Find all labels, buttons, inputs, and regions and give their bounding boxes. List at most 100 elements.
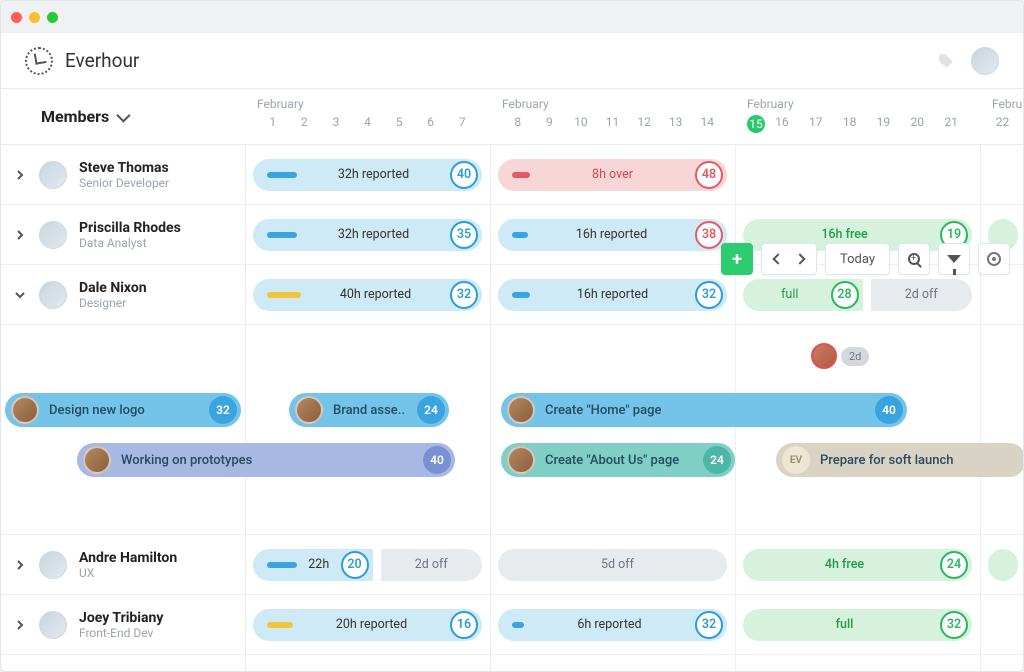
top-bar: Everhour	[1, 33, 1023, 89]
day-label: 3	[320, 115, 352, 129]
gear-icon	[987, 252, 1001, 266]
assignee-avatar	[507, 446, 535, 474]
chevron-right-icon[interactable]	[13, 558, 27, 572]
user-avatar[interactable]	[971, 47, 999, 75]
task-hours-badge: 24	[703, 446, 731, 474]
member-cell[interactable]: Dale NixonDesigner	[1, 265, 245, 324]
capacity-pill[interactable]: 32h reported35	[253, 219, 482, 251]
day-label: 8	[502, 115, 534, 129]
week-header: February891011121314	[490, 89, 735, 144]
pill-text: 20h reported	[301, 617, 442, 632]
day-label: 2	[289, 115, 321, 129]
member-role: Data Analyst	[79, 236, 181, 250]
members-dropdown[interactable]: Members	[1, 89, 245, 144]
maximize-icon[interactable]	[47, 12, 58, 23]
pill-text: 40h reported	[309, 287, 442, 302]
chevron-down-icon	[117, 108, 131, 122]
member-cell[interactable]: Andre HamiltonUX	[1, 535, 245, 594]
capacity-pill[interactable]: full32	[743, 609, 972, 641]
timeline-header: Members February1234567February891011121…	[1, 89, 1023, 145]
minimize-icon[interactable]	[29, 12, 40, 23]
day-label: 7	[446, 115, 478, 129]
hours-badge: 32	[450, 281, 478, 309]
zoom-icon	[908, 253, 920, 265]
capacity-pill[interactable]: 32h reported40	[253, 159, 482, 191]
pill-text: full	[757, 287, 823, 302]
member-name: Joey Tribiany	[79, 610, 163, 626]
member-name: Dale Nixon	[79, 280, 147, 296]
nav-buttons[interactable]	[761, 243, 817, 275]
capacity-pill[interactable]: full282d off	[743, 279, 972, 311]
task-lanes: 2d Design new logo32 Brand asse..24 Create …	[1, 325, 1023, 535]
pill-text: 22h	[305, 557, 333, 572]
off-chip[interactable]: 2d	[811, 343, 869, 369]
member-role: UX	[79, 566, 177, 580]
member-avatar	[39, 161, 67, 189]
assignee-avatar	[507, 396, 535, 424]
week-header: February1234567	[245, 89, 490, 144]
capacity-pill[interactable]	[988, 549, 1018, 581]
member-cell[interactable]: Priscilla RhodesData Analyst	[1, 205, 245, 264]
member-role: Senior Developer	[79, 176, 169, 190]
day-label: 12	[628, 115, 660, 129]
chevron-right-icon[interactable]	[13, 618, 27, 632]
timeline-toolbar: + Today	[721, 243, 1010, 275]
add-button[interactable]: +	[721, 243, 753, 275]
member-name: Priscilla Rhodes	[79, 220, 181, 236]
member-role: Designer	[79, 296, 147, 310]
member-row: Andre HamiltonUX22h202d off5d off4h free…	[1, 535, 1023, 595]
chevron-left-icon	[772, 253, 783, 264]
task-title: Design new logo	[49, 403, 199, 418]
day-label: 17	[799, 115, 833, 133]
day-label: 5	[383, 115, 415, 129]
assignee-avatar	[11, 396, 39, 424]
chevron-right-icon	[794, 253, 805, 264]
capacity-pill[interactable]: 6h reported32	[498, 609, 727, 641]
pill-text: 16h reported	[536, 227, 687, 242]
brand[interactable]: Everhour	[25, 47, 139, 75]
capacity-pill[interactable]: 8h over48	[498, 159, 727, 191]
settings-button[interactable]	[978, 243, 1010, 275]
task-bar[interactable]: Create "Home" page 40	[501, 393, 907, 427]
member-name: Steve Thomas	[79, 160, 169, 176]
capacity-pill[interactable]: 20h reported 16	[253, 609, 482, 641]
day-label: 22	[992, 115, 1013, 129]
capacity-pill[interactable]: 4h free24	[743, 549, 972, 581]
chevron-down-icon[interactable]	[13, 288, 27, 302]
member-cell[interactable]: Steve ThomasSenior Developer	[1, 145, 245, 204]
chevron-right-icon[interactable]	[13, 168, 27, 182]
task-bar[interactable]: Design new logo32	[5, 393, 241, 427]
tag-icon[interactable]	[937, 52, 955, 70]
task-title: Create "Home" page	[545, 403, 865, 418]
today-button[interactable]: Today	[825, 243, 890, 275]
task-bar[interactable]: Working on prototypes40	[77, 443, 455, 477]
capacity-pill[interactable]: 5d off	[498, 549, 727, 581]
close-icon[interactable]	[11, 12, 22, 23]
pill-text: 8h over	[538, 167, 687, 182]
filter-button[interactable]	[938, 243, 970, 275]
hours-badge: 32	[940, 611, 968, 639]
capacity-pill[interactable]: 16h reported32	[498, 279, 727, 311]
task-bar[interactable]: EVPrepare for soft launch	[776, 443, 1023, 477]
app-name: Everhour	[65, 49, 139, 72]
pill-text: 32h reported	[305, 227, 442, 242]
month-label: February	[992, 97, 1013, 111]
hours-badge: 16	[450, 611, 478, 639]
chevron-right-icon[interactable]	[13, 228, 27, 242]
task-bar[interactable]: Create "About Us" page24	[501, 443, 735, 477]
capacity-pill[interactable]: 22h202d off	[253, 549, 482, 581]
member-role: Front-End Dev	[79, 626, 163, 640]
off-label: 2d	[841, 347, 869, 366]
member-row: Joey TribianyFront-End Dev 20h reported 16…	[1, 595, 1023, 655]
capacity-pill[interactable]: 16h reported 38	[498, 219, 727, 251]
member-cell[interactable]: Joey TribianyFront-End Dev	[1, 595, 245, 654]
task-bar[interactable]: Brand asse..24	[289, 393, 449, 427]
task-hours-badge: 40	[875, 396, 903, 424]
hours-badge: 20	[341, 551, 369, 579]
capacity-pill[interactable]: 40h reported 32	[253, 279, 482, 311]
zoom-button[interactable]	[898, 243, 930, 275]
month-label: February	[747, 97, 968, 111]
hours-badge: 38	[695, 221, 723, 249]
day-label: 21	[934, 115, 968, 133]
pill-text: 6h reported	[532, 617, 687, 632]
